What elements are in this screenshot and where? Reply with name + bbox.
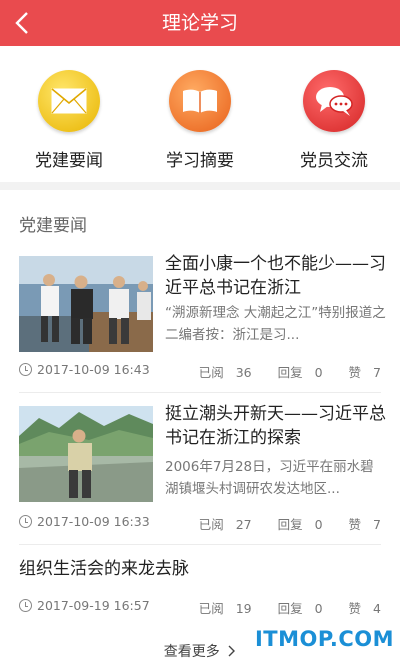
- read-count: 36: [235, 365, 252, 380]
- article-summary: 2006年7月28日，习近平在丽水碧湖镇堰头村调研农发达地区...: [165, 459, 374, 497]
- article-time: 2017-10-09 16:33: [19, 514, 150, 529]
- article-meta: 2017-09-19 16:57 已阅 19 回复 0 赞 4: [19, 598, 381, 616]
- list-divider: [19, 392, 381, 393]
- article-stats: 已阅 27 回复 0 赞 7: [191, 514, 381, 533]
- article-thumbnail: [19, 256, 153, 352]
- reply-count: 0: [314, 517, 323, 532]
- clock-icon: [19, 599, 32, 612]
- like-count: 7: [373, 517, 381, 532]
- like-label: 赞: [348, 601, 362, 616]
- reply-label: 回复: [277, 601, 303, 616]
- reply-label: 回复: [277, 517, 303, 532]
- list-divider: [19, 544, 381, 545]
- chevron-left-icon: [15, 12, 28, 34]
- chevron-right-icon: [228, 645, 236, 657]
- article-time: 2017-09-19 16:57: [19, 598, 150, 613]
- nav-party-news[interactable]: 党建要闻: [14, 70, 124, 171]
- reply-count: 0: [314, 365, 323, 380]
- article-meta: 2017-10-09 16:43 已阅 36 回复 0 赞 7: [19, 362, 381, 380]
- article-meta: 2017-10-09 16:33 已阅 27 回复 0 赞 7: [19, 514, 381, 532]
- time-text: 2017-10-09 16:33: [37, 514, 150, 529]
- back-button[interactable]: [0, 0, 44, 46]
- like-label: 赞: [348, 365, 362, 380]
- clock-icon: [19, 515, 32, 528]
- section-title: 党建要闻: [19, 216, 87, 236]
- like-count: 7: [373, 365, 381, 380]
- book-icon: [169, 70, 231, 132]
- article-title: 全面小康一个也不能少——习近平总书记在浙江: [165, 254, 386, 298]
- reply-count: 0: [314, 601, 323, 616]
- read-label: 已阅: [198, 365, 224, 380]
- list-item[interactable]: 全面小康一个也不能少——习近平总书记在浙江 “溯源新理念 大潮起之江”特别报道之…: [0, 254, 400, 392]
- article-stats: 已阅 36 回复 0 赞 7: [191, 362, 381, 381]
- nav-label: 党员交流: [300, 151, 368, 171]
- read-label: 已阅: [198, 517, 224, 532]
- nav-study-summary[interactable]: 学习摘要: [145, 70, 255, 171]
- time-text: 2017-10-09 16:43: [37, 362, 150, 377]
- article-title: 组织生活会的来龙去脉: [19, 559, 189, 579]
- like-count: 4: [373, 601, 381, 616]
- article-stats: 已阅 19 回复 0 赞 4: [191, 598, 381, 617]
- article-time: 2017-10-09 16:43: [19, 362, 150, 377]
- read-count: 19: [235, 601, 252, 616]
- chat-bubbles-icon: [303, 70, 365, 132]
- list-item[interactable]: 组织生活会的来龙去脉 2017-09-19 16:57 已阅 19 回复 0 赞…: [0, 556, 400, 626]
- page-title: 理论学习: [161, 12, 238, 34]
- read-label: 已阅: [198, 601, 224, 616]
- nav-label: 学习摘要: [166, 151, 234, 171]
- section-divider: [0, 182, 400, 190]
- clock-icon: [19, 363, 32, 376]
- envelope-icon: [38, 70, 100, 132]
- article-thumbnail: [19, 406, 153, 502]
- article-title: 挺立潮头开新天——习近平总书记在浙江的探索: [165, 404, 386, 448]
- nav-label: 党建要闻: [35, 151, 103, 171]
- article-summary: “溯源新理念 大潮起之江”特别报道之二编者按：浙江是习...: [165, 305, 386, 343]
- view-more-label: 查看更多: [163, 644, 220, 660]
- read-count: 27: [235, 517, 252, 532]
- nav-member-chat[interactable]: 党员交流: [279, 70, 389, 171]
- reply-label: 回复: [277, 365, 303, 380]
- quick-nav: 党建要闻 学习摘要 党员交流: [0, 46, 400, 180]
- like-label: 赞: [348, 517, 362, 532]
- watermark: ITMOP.COM: [254, 627, 394, 651]
- time-text: 2017-09-19 16:57: [37, 598, 150, 613]
- app-header: 理论学习: [0, 0, 400, 46]
- list-item[interactable]: 挺立潮头开新天——习近平总书记在浙江的探索 2006年7月28日，习近平在丽水碧…: [0, 404, 400, 546]
